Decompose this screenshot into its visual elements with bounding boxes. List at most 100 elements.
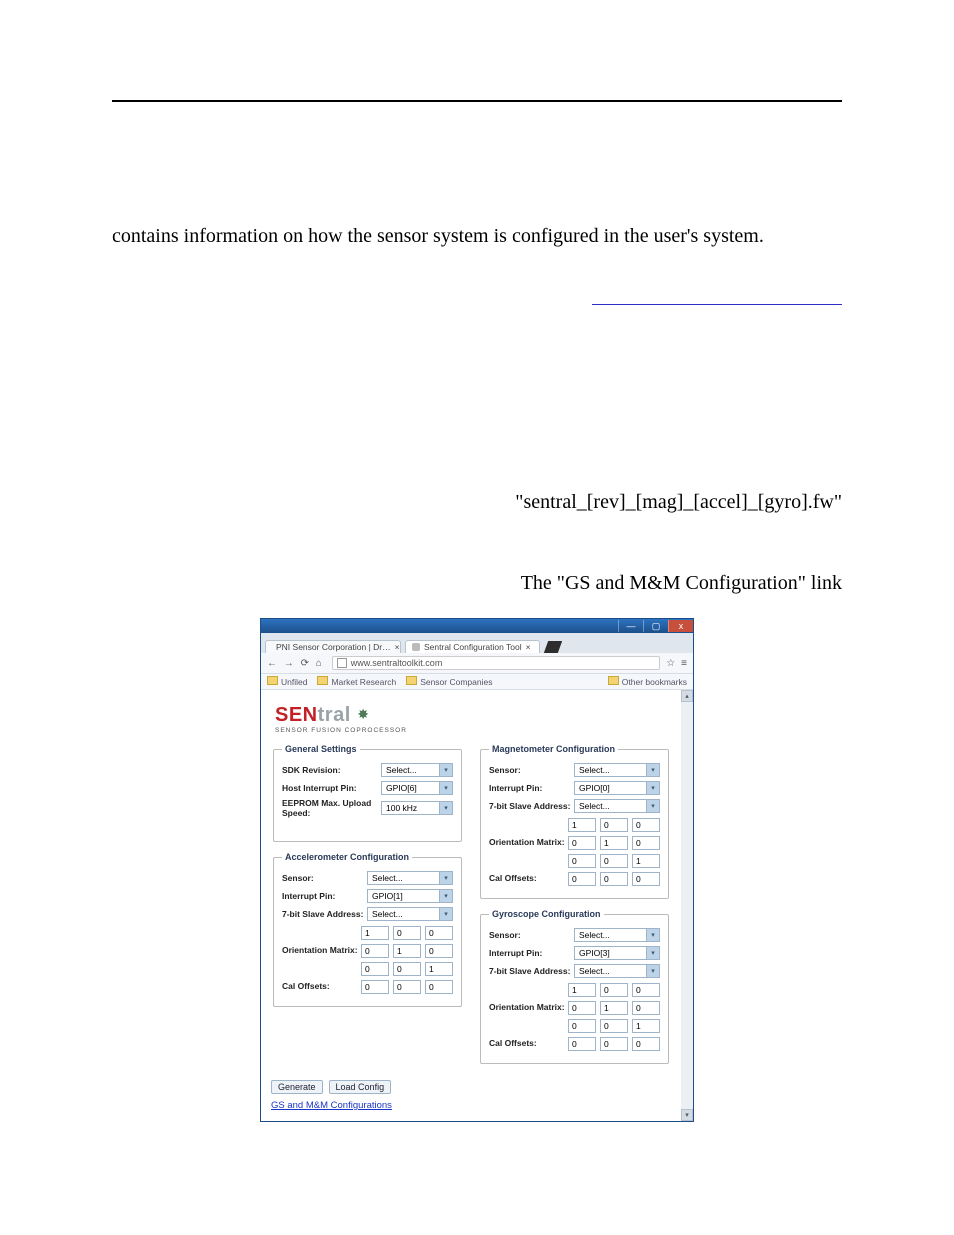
matrix-cell[interactable]: 1 [600, 1001, 628, 1015]
matrix-cell[interactable]: 1 [568, 818, 596, 832]
matrix-cell[interactable]: 0 [600, 854, 628, 868]
matrix-cell[interactable]: 0 [361, 944, 389, 958]
label-orientation-matrix: Orientation Matrix: [489, 1002, 568, 1012]
body-paragraph-1: contains information on how the sensor s… [112, 222, 842, 251]
bookmark-market-research[interactable]: Market Research [317, 676, 396, 687]
offset-cell[interactable]: 0 [632, 872, 660, 886]
matrix-cell[interactable]: 0 [568, 1001, 596, 1015]
offset-cell[interactable]: 0 [361, 980, 389, 994]
matrix-cell[interactable]: 0 [632, 983, 660, 997]
offset-cell[interactable]: 0 [568, 872, 596, 886]
matrix-cell[interactable]: 0 [600, 818, 628, 832]
matrix-cell[interactable]: 0 [393, 926, 421, 940]
bookmark-star-icon[interactable]: ☆ [666, 658, 675, 669]
tab-sentral[interactable]: Sentral Configuration Tool × [405, 640, 540, 653]
folder-icon [267, 676, 278, 685]
tab-pni[interactable]: PNI Sensor Corporation | Dr… × [265, 640, 401, 653]
select-gyro-slave[interactable]: Select...▾ [574, 964, 660, 978]
menu-icon[interactable]: ≡ [681, 658, 687, 669]
select-accel-slave[interactable]: Select...▾ [367, 907, 453, 921]
panel-legend: Magnetometer Configuration [489, 744, 618, 754]
body-paragraph-3: The "GS and M&M Configuration" link [112, 569, 842, 598]
chevron-down-icon: ▾ [439, 908, 452, 920]
matrix-cell[interactable]: 0 [568, 836, 596, 850]
reload-icon[interactable]: ⟳ [301, 658, 309, 669]
matrix-cell[interactable]: 0 [393, 962, 421, 976]
label-cal-offsets: Cal Offsets: [489, 1038, 568, 1048]
embedded-browser-window: — ▢ x PNI Sensor Corporation | Dr… × Sen… [260, 618, 694, 1122]
matrix-cell[interactable]: 1 [568, 983, 596, 997]
matrix-cell[interactable]: 1 [425, 962, 453, 976]
window-titlebar: — ▢ x [261, 619, 693, 633]
action-buttons: Generate Load Config [271, 1080, 671, 1094]
page-icon [337, 658, 347, 668]
label-sdk-revision: SDK Revision: [282, 765, 381, 775]
body-paragraph-2: "sentral_[rev]_[mag]_[accel]_[gyro].fw" [112, 488, 842, 517]
url-bar[interactable]: www.sentraltoolkit.com [332, 656, 660, 670]
matrix-cell[interactable]: 0 [568, 1019, 596, 1033]
matrix-cell[interactable]: 0 [632, 836, 660, 850]
select-gyro-interrupt[interactable]: GPIO[3]▾ [574, 946, 660, 960]
matrix-cell[interactable]: 0 [361, 962, 389, 976]
label-cal-offsets: Cal Offsets: [282, 981, 361, 991]
forward-icon[interactable]: → [284, 658, 294, 669]
gyro-cal-offsets: 0 0 0 [568, 1037, 660, 1051]
offset-cell[interactable]: 0 [600, 872, 628, 886]
label-slave-address: 7-bit Slave Address: [489, 801, 574, 811]
select-mag-sensor[interactable]: Select...▾ [574, 763, 660, 777]
select-accel-sensor[interactable]: Select...▾ [367, 871, 453, 885]
label-orientation-matrix: Orientation Matrix: [282, 945, 361, 955]
matrix-cell[interactable]: 0 [568, 854, 596, 868]
matrix-cell[interactable]: 1 [361, 926, 389, 940]
chevron-down-icon: ▾ [439, 782, 452, 794]
offset-cell[interactable]: 0 [393, 980, 421, 994]
select-gyro-sensor[interactable]: Select...▾ [574, 928, 660, 942]
matrix-cell[interactable]: 0 [600, 1019, 628, 1033]
matrix-cell[interactable]: 0 [425, 944, 453, 958]
tab-close-icon[interactable]: × [395, 642, 400, 652]
generate-button[interactable]: Generate [271, 1080, 323, 1094]
select-sdk-revision[interactable]: Select...▾ [381, 763, 453, 777]
matrix-cell[interactable]: 1 [632, 1019, 660, 1033]
select-eeprom-speed[interactable]: 100 kHz▾ [381, 801, 453, 815]
matrix-cell[interactable]: 0 [632, 1001, 660, 1015]
scroll-up-button[interactable]: ▴ [681, 690, 693, 702]
label-interrupt-pin: Interrupt Pin: [489, 783, 574, 793]
bookmark-sensor-companies[interactable]: Sensor Companies [406, 676, 492, 687]
offset-cell[interactable]: 0 [600, 1037, 628, 1051]
chevron-down-icon: ▾ [646, 947, 659, 959]
label-interrupt-pin: Interrupt Pin: [489, 948, 574, 958]
matrix-cell[interactable]: 1 [600, 836, 628, 850]
chevron-down-icon: ▾ [646, 764, 659, 776]
offset-cell[interactable]: 0 [632, 1037, 660, 1051]
back-icon[interactable]: ← [267, 658, 277, 669]
offset-cell[interactable]: 0 [425, 980, 453, 994]
label-host-interrupt: Host Interrupt Pin: [282, 783, 381, 793]
panel-legend: Accelerometer Configuration [282, 852, 412, 862]
matrix-cell[interactable]: 1 [393, 944, 421, 958]
select-mag-slave[interactable]: Select...▾ [574, 799, 660, 813]
tab-close-icon[interactable]: × [526, 642, 531, 652]
matrix-cell[interactable]: 0 [600, 983, 628, 997]
close-button[interactable]: x [668, 620, 693, 632]
gyro-matrix-row-2: 0 0 1 [568, 1019, 660, 1033]
offset-cell[interactable]: 0 [568, 1037, 596, 1051]
bookmark-unfiled[interactable]: Unfiled [267, 676, 307, 687]
matrix-cell[interactable]: 0 [632, 818, 660, 832]
maximize-button[interactable]: ▢ [643, 620, 668, 632]
page-content: ▴ ▾ SENtral ✸ SENSOR FUSION COPROCESSOR … [261, 690, 693, 1121]
select-mag-interrupt[interactable]: GPIO[0]▾ [574, 781, 660, 795]
matrix-cell[interactable]: 1 [632, 854, 660, 868]
load-config-button[interactable]: Load Config [329, 1080, 392, 1094]
scroll-down-button[interactable]: ▾ [681, 1109, 693, 1121]
select-host-interrupt[interactable]: GPIO[6]▾ [381, 781, 453, 795]
bookmark-other[interactable]: Other bookmarks [608, 676, 687, 687]
home-icon[interactable]: ⌂ [316, 658, 322, 669]
select-accel-interrupt[interactable]: GPIO[1]▾ [367, 889, 453, 903]
gs-mm-config-link[interactable]: GS and M&M Configurations [271, 1100, 392, 1111]
panel-legend: Gyroscope Configuration [489, 909, 604, 919]
matrix-cell[interactable]: 0 [425, 926, 453, 940]
new-tab-button[interactable] [543, 641, 561, 653]
minimize-button[interactable]: — [618, 620, 643, 632]
panel-general-settings: General Settings SDK Revision: Select...… [273, 744, 462, 842]
